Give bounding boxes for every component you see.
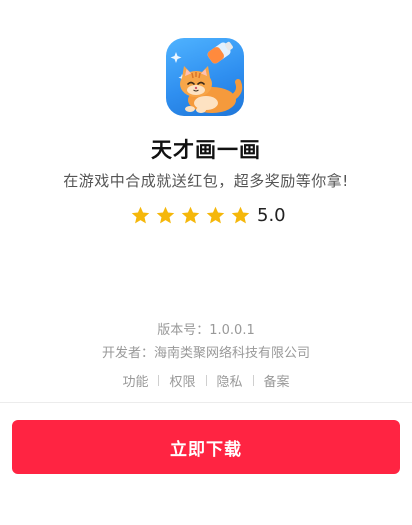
star-icon [181, 206, 200, 223]
app-download-page: 天才画一画 在游戏中合成就送红包，超多奖励等你拿! 5.0 版本号：1.0.0.… [0, 0, 412, 525]
rating-row: 5.0 [130, 203, 286, 227]
info-links: 功能 权限 隐私 备案 [0, 371, 412, 390]
link-divider [158, 375, 160, 386]
link-divider [252, 375, 254, 386]
link-features[interactable]: 功能 [122, 371, 148, 390]
version-number: 版本号：1.0.0.1 [157, 323, 255, 338]
star-icon [231, 206, 250, 223]
star-icon [131, 206, 150, 223]
star-icon [156, 206, 175, 223]
link-divider [205, 375, 207, 386]
rating-value: 5.0 [257, 204, 286, 226]
star-icon [206, 206, 225, 223]
link-filing[interactable]: 备案 [264, 371, 290, 390]
app-tagline: 在游戏中合成就送红包，超多奖励等你拿! [63, 172, 349, 190]
divider [0, 402, 412, 403]
link-permissions[interactable]: 权限 [169, 371, 195, 390]
app-name: 天才画一画 [151, 138, 261, 162]
link-privacy[interactable]: 隐私 [217, 371, 243, 390]
developer-name: 开发者：海南类聚网络科技有限公司 [101, 346, 310, 361]
cat-app-icon [166, 38, 244, 116]
download-now-button[interactable]: 立即下载 [12, 420, 400, 474]
